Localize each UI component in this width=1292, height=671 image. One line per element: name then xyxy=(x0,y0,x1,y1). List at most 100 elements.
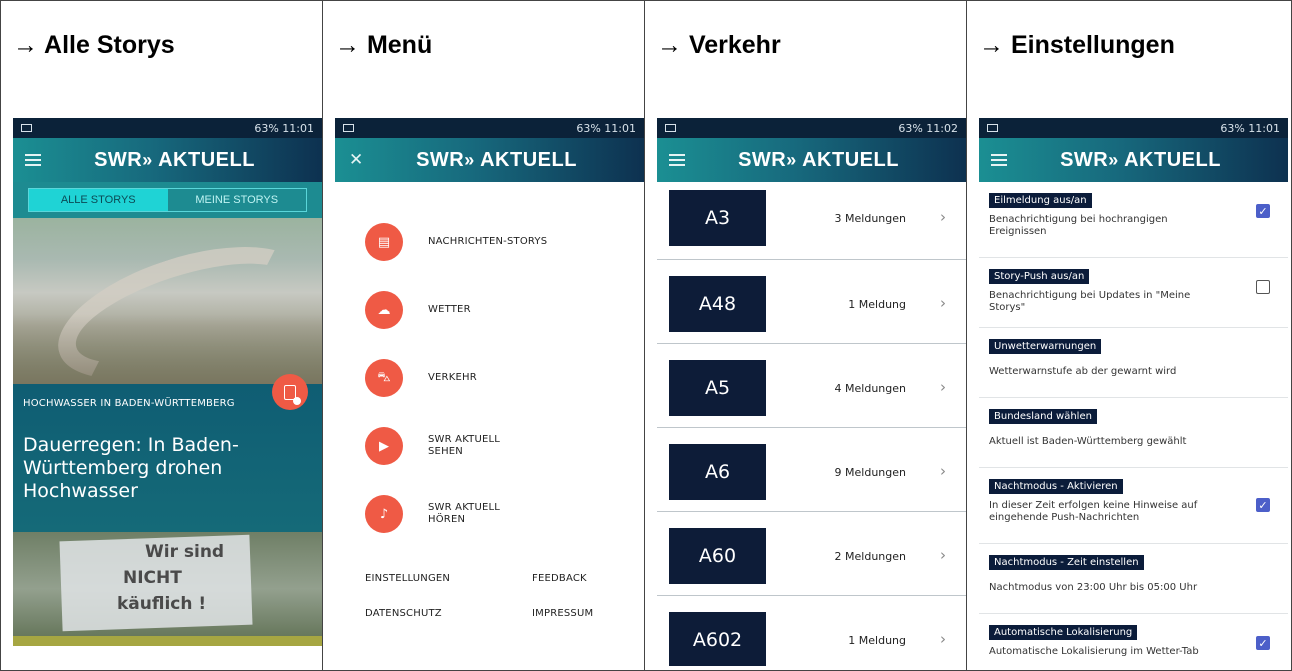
column-einstellungen: → Einstellungen 63% 11:01 SWR» AKTUELL E… xyxy=(967,1,1291,670)
app-bar: SWR» AKTUELL xyxy=(657,138,966,182)
link-datenschutz[interactable]: DATENSCHUTZ xyxy=(365,608,492,619)
menu-list: ▤ NACHRICHTEN-STORYS ☁ WETTER ⛍ VERKEHR … xyxy=(335,182,644,548)
status-text: 63% 11:01 xyxy=(1220,121,1280,135)
road-label: A60 xyxy=(669,528,766,584)
chevron-right-icon: › xyxy=(940,208,946,226)
column-title: → Menü xyxy=(335,31,433,59)
setting-lokalisierung[interactable]: Automatische Lokalisierung Automatische … xyxy=(979,614,1288,666)
setting-title: Bundesland wählen xyxy=(989,409,1097,424)
car-icon: ⛍ xyxy=(365,359,403,397)
report-count: 9 Meldungen xyxy=(834,466,906,479)
setting-description: Aktuell ist Baden-Württemberg gewählt xyxy=(989,436,1187,447)
traffic-row-a3[interactable]: A3 3 Meldungen › xyxy=(657,182,966,260)
column-title: → Einstellungen xyxy=(979,31,1175,59)
menu-item-swr-aktuell-hoeren[interactable]: ♪ SWR AKTUELL HÖREN xyxy=(335,480,644,548)
traffic-row-a602[interactable]: A602 1 Meldung › xyxy=(657,596,966,666)
story-hero-image[interactable] xyxy=(13,218,322,384)
menu-item-label: WETTER xyxy=(428,304,471,315)
link-impressum[interactable]: IMPRESSUM xyxy=(492,608,619,619)
column-title: → Alle Storys xyxy=(13,31,175,59)
road-label: A602 xyxy=(669,612,766,666)
settings-list: Eilmeldung aus/an Benachrichtigung bei h… xyxy=(979,182,1288,666)
traffic-row-a5[interactable]: A5 4 Meldungen › xyxy=(657,344,966,428)
setting-title: Automatische Lokalisierung xyxy=(989,625,1138,640)
screenshot-grid: → Alle Storys 63% 11:01 SWR» AKTUELL ALL… xyxy=(0,0,1292,671)
column-title: → Verkehr xyxy=(657,31,781,59)
road-label: A48 xyxy=(669,276,766,332)
setting-description: Automatische Lokalisierung im Wetter-Tab xyxy=(989,646,1199,657)
setting-description: In dieser Zeit erfolgen keine Hinweise a… xyxy=(989,500,1198,523)
chevron-right-icon: › xyxy=(940,462,946,480)
tab-meine-storys[interactable]: MEINE STORYS xyxy=(168,189,307,211)
link-feedback[interactable]: FEEDBACK xyxy=(492,573,619,584)
app-bar: SWR» AKTUELL xyxy=(979,138,1288,182)
setting-title: Nachtmodus - Zeit einstellen xyxy=(989,555,1144,570)
phone-stories: 63% 11:01 SWR» AKTUELL ALLE STORYS MEINE… xyxy=(13,118,322,666)
sign-text: käuflich ! xyxy=(117,594,207,614)
column-alle-storys: → Alle Storys 63% 11:01 SWR» AKTUELL ALL… xyxy=(1,1,323,670)
traffic-row-a6[interactable]: A6 9 Meldungen › xyxy=(657,428,966,512)
setting-eilmeldung[interactable]: Eilmeldung aus/an Benachrichtigung bei h… xyxy=(979,182,1288,258)
phone-traffic: 63% 11:02 SWR» AKTUELL A3 3 Meldungen › … xyxy=(657,118,966,666)
app-bar: ✕ SWR» AKTUELL xyxy=(335,138,644,182)
road-label: A6 xyxy=(669,444,766,500)
setting-bundesland[interactable]: Bundesland wählen Aktuell ist Baden-Würt… xyxy=(979,398,1288,468)
status-text: 63% 11:01 xyxy=(576,121,636,135)
setting-nachtmodus-zeit[interactable]: Nachtmodus - Zeit einstellen Nachtmodus … xyxy=(979,544,1288,614)
report-count: 1 Meldung xyxy=(848,634,906,647)
traffic-row-a48[interactable]: A48 1 Meldung › xyxy=(657,260,966,344)
setting-description: Benachrichtigung bei Updates in "Meine S… xyxy=(989,290,1191,313)
status-bar: 63% 11:01 xyxy=(979,118,1288,138)
swr-aktuell-logo: SWR» AKTUELL xyxy=(94,149,255,171)
checkbox-nachtmodus[interactable]: ✓ xyxy=(1256,498,1270,512)
tab-alle-storys[interactable]: ALLE STORYS xyxy=(29,189,168,211)
chevron-right-icon: › xyxy=(940,294,946,312)
setting-description: Benachrichtigung bei hochrangigen Ereign… xyxy=(989,214,1168,237)
column-menu: → Menü 63% 11:01 ✕ SWR» AKTUELL ▤ NACHRI… xyxy=(323,1,645,670)
menu-item-nachrichten-storys[interactable]: ▤ NACHRICHTEN-STORYS xyxy=(335,208,644,276)
chevron-right-icon: › xyxy=(940,546,946,564)
status-bar: 63% 11:01 xyxy=(335,118,644,138)
document-icon: ▤ xyxy=(365,223,403,261)
menu-item-label: SWR AKTUELL SEHEN xyxy=(428,434,501,457)
sign-text: Wir sind xyxy=(145,542,225,562)
setting-title: Unwetterwarnungen xyxy=(989,339,1102,354)
add-story-button[interactable] xyxy=(272,374,308,410)
menu-item-swr-aktuell-sehen[interactable]: ▶ SWR AKTUELL SEHEN xyxy=(335,412,644,480)
setting-nachtmodus-aktivieren[interactable]: Nachtmodus - Aktivieren In dieser Zeit e… xyxy=(979,468,1288,544)
link-einstellungen[interactable]: EINSTELLUNGEN xyxy=(365,573,492,584)
menu-item-verkehr[interactable]: ⛍ VERKEHR xyxy=(335,344,644,412)
report-count: 1 Meldung xyxy=(848,298,906,311)
checkbox-lokalisierung[interactable]: ✓ xyxy=(1256,636,1270,650)
status-bar: 63% 11:02 xyxy=(657,118,966,138)
chevron-right-icon: › xyxy=(940,378,946,396)
weather-icon: ☁ xyxy=(365,291,403,329)
setting-description: Wetterwarnstufe ab der gewarnt wird xyxy=(989,366,1177,377)
menu-item-label: SWR AKTUELL HÖREN xyxy=(428,502,501,525)
checkbox-eilmeldung[interactable]: ✓ xyxy=(1256,204,1270,218)
setting-unwetterwarnungen[interactable]: Unwetterwarnungen Wetterwarnstufe ab der… xyxy=(979,328,1288,398)
mail-icon xyxy=(665,124,676,132)
menu-item-label: NACHRICHTEN-STORYS xyxy=(428,236,548,247)
report-count: 4 Meldungen xyxy=(834,382,906,395)
menu-item-wetter[interactable]: ☁ WETTER xyxy=(335,276,644,344)
status-text: 63% 11:02 xyxy=(898,121,958,135)
chevron-right-icon: › xyxy=(940,630,946,648)
app-bar: SWR» AKTUELL xyxy=(13,138,322,182)
checkbox-story-push[interactable] xyxy=(1256,280,1270,294)
story-card[interactable]: HOCHWASSER IN BADEN-WÜRTTEMBERG Dauerreg… xyxy=(13,384,322,532)
video-icon: ▶ xyxy=(365,427,403,465)
story-headline: Dauerregen: In Baden-Württemberg drohen … xyxy=(23,434,239,502)
setting-story-push[interactable]: Story-Push aus/an Benachrichtigung bei U… xyxy=(979,258,1288,328)
traffic-row-a60[interactable]: A60 2 Meldungen › xyxy=(657,512,966,596)
swr-aktuell-logo: SWR» AKTUELL xyxy=(416,149,577,171)
setting-title: Nachtmodus - Aktivieren xyxy=(989,479,1123,494)
report-count: 3 Meldungen xyxy=(834,212,906,225)
setting-title: Eilmeldung aus/an xyxy=(989,193,1092,208)
sign-text: NICHT xyxy=(123,568,182,588)
menu-footer-links: EINSTELLUNGEN FEEDBACK DATENSCHUTZ IMPRE… xyxy=(365,573,619,619)
story-image-protest[interactable]: Wir sind NICHT käuflich ! xyxy=(13,532,322,646)
audio-icon: ♪ xyxy=(365,495,403,533)
swr-aktuell-logo: SWR» AKTUELL xyxy=(1060,149,1221,171)
traffic-list: A3 3 Meldungen › A48 1 Meldung › A5 4 Me… xyxy=(657,182,966,666)
